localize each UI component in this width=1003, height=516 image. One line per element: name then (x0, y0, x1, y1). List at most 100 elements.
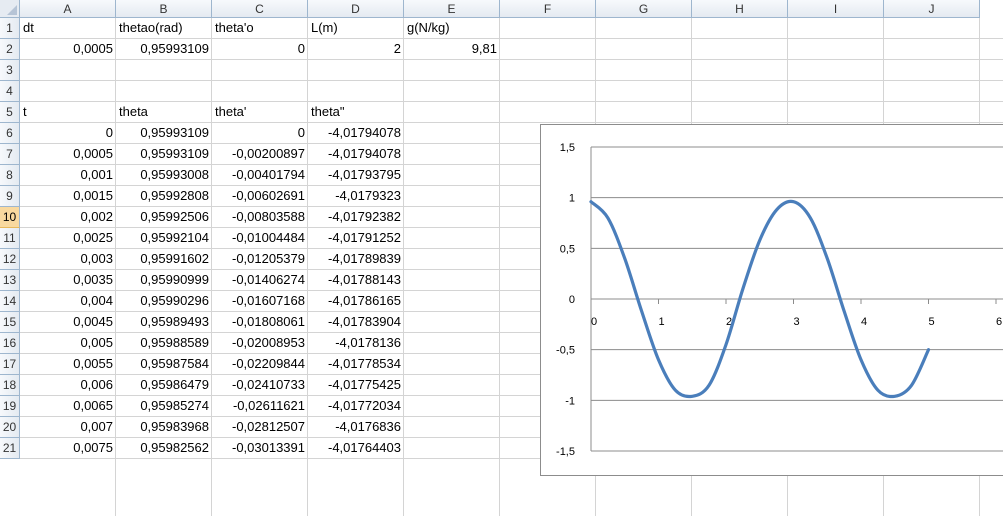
table-value-cell[interactable]: 0,0075 (20, 438, 116, 458)
table-header-cell[interactable]: theta' (212, 102, 308, 122)
row-header-19[interactable]: 19 (0, 396, 20, 417)
param-value-cell[interactable]: 0,95993109 (116, 39, 212, 59)
table-value-cell[interactable]: 0,95990296 (116, 291, 212, 311)
row-header-21[interactable]: 21 (0, 438, 20, 459)
table-value-cell[interactable]: -4,01792382 (308, 207, 404, 227)
table-value-cell[interactable]: -0,02812507 (212, 417, 308, 437)
table-value-cell[interactable]: -0,00401794 (212, 165, 308, 185)
row-header-9[interactable]: 9 (0, 186, 20, 207)
table-value-cell[interactable]: -4,01775425 (308, 375, 404, 395)
table-value-cell[interactable]: -0,02611621 (212, 396, 308, 416)
table-value-cell[interactable]: 0,002 (20, 207, 116, 227)
table-value-cell[interactable]: 0,0005 (20, 144, 116, 164)
column-header-J[interactable]: J (884, 0, 980, 18)
table-value-cell[interactable]: -4,01791252 (308, 228, 404, 248)
row-header-14[interactable]: 14 (0, 291, 20, 312)
column-header-A[interactable]: A (20, 0, 116, 18)
table-value-cell[interactable]: 0,95993109 (116, 144, 212, 164)
table-value-cell[interactable]: -4,0176836 (308, 417, 404, 437)
column-header-C[interactable]: C (212, 0, 308, 18)
table-value-cell[interactable]: 0,95982562 (116, 438, 212, 458)
table-value-cell[interactable]: 0,004 (20, 291, 116, 311)
table-value-cell[interactable]: -0,02410733 (212, 375, 308, 395)
table-value-cell[interactable]: -0,00803588 (212, 207, 308, 227)
table-header-cell[interactable]: theta" (308, 102, 404, 122)
row-header-11[interactable]: 11 (0, 228, 20, 249)
table-value-cell[interactable]: 0,95988589 (116, 333, 212, 353)
param-value-cell[interactable]: 0 (212, 39, 308, 59)
table-value-cell[interactable]: -4,01783904 (308, 312, 404, 332)
row-header-20[interactable]: 20 (0, 417, 20, 438)
row-header-10[interactable]: 10 (0, 207, 20, 228)
row-header-6[interactable]: 6 (0, 123, 20, 144)
table-value-cell[interactable]: 0,001 (20, 165, 116, 185)
table-value-cell[interactable]: 0,003 (20, 249, 116, 269)
table-value-cell[interactable]: -0,00200897 (212, 144, 308, 164)
column-header-I[interactable]: I (788, 0, 884, 18)
row-header-13[interactable]: 13 (0, 270, 20, 291)
table-value-cell[interactable]: 0,0055 (20, 354, 116, 374)
table-value-cell[interactable]: 0,95986479 (116, 375, 212, 395)
table-value-cell[interactable]: -4,0179323 (308, 186, 404, 206)
table-value-cell[interactable]: 0,95987584 (116, 354, 212, 374)
table-value-cell[interactable]: -4,01764403 (308, 438, 404, 458)
table-value-cell[interactable]: -4,01786165 (308, 291, 404, 311)
row-header-2[interactable]: 2 (0, 39, 20, 60)
table-value-cell[interactable]: -4,01794078 (308, 123, 404, 143)
table-value-cell[interactable]: -0,01808061 (212, 312, 308, 332)
table-value-cell[interactable]: 0,95993008 (116, 165, 212, 185)
table-value-cell[interactable]: 0,007 (20, 417, 116, 437)
param-value-cell[interactable]: 9,81 (404, 39, 500, 59)
param-value-cell[interactable]: 2 (308, 39, 404, 59)
row-header-18[interactable]: 18 (0, 375, 20, 396)
table-value-cell[interactable]: 0,95985274 (116, 396, 212, 416)
table-value-cell[interactable]: 0,006 (20, 375, 116, 395)
table-value-cell[interactable]: 0,005 (20, 333, 116, 353)
row-header-4[interactable]: 4 (0, 81, 20, 102)
table-value-cell[interactable]: 0,95990999 (116, 270, 212, 290)
table-value-cell[interactable]: -0,01004484 (212, 228, 308, 248)
row-header-5[interactable]: 5 (0, 102, 20, 123)
column-header-D[interactable]: D (308, 0, 404, 18)
row-header-12[interactable]: 12 (0, 249, 20, 270)
line-chart[interactable]: 1,5 1 0,5 0 -0,5 -1 -1,5 0 1 2 3 4 5 6 (540, 124, 1003, 476)
table-value-cell[interactable]: 0,0065 (20, 396, 116, 416)
table-value-cell[interactable]: -0,01205379 (212, 249, 308, 269)
row-header-3[interactable]: 3 (0, 60, 20, 81)
row-header-17[interactable]: 17 (0, 354, 20, 375)
table-value-cell[interactable]: -4,01772034 (308, 396, 404, 416)
param-header-cell[interactable]: theta'o (212, 18, 308, 38)
table-value-cell[interactable]: -0,01406274 (212, 270, 308, 290)
table-value-cell[interactable]: -0,01607168 (212, 291, 308, 311)
row-header-15[interactable]: 15 (0, 312, 20, 333)
column-header-B[interactable]: B (116, 0, 212, 18)
table-value-cell[interactable]: -0,02209844 (212, 354, 308, 374)
table-value-cell[interactable]: -0,02008953 (212, 333, 308, 353)
table-value-cell[interactable]: -4,01793795 (308, 165, 404, 185)
column-header-F[interactable]: F (500, 0, 596, 18)
table-value-cell[interactable]: 0,95983968 (116, 417, 212, 437)
table-value-cell[interactable]: 0,95992506 (116, 207, 212, 227)
row-header-8[interactable]: 8 (0, 165, 20, 186)
table-value-cell[interactable]: -4,0178136 (308, 333, 404, 353)
param-value-cell[interactable]: 0,0005 (20, 39, 116, 59)
table-value-cell[interactable]: 0,0035 (20, 270, 116, 290)
table-value-cell[interactable]: -4,01794078 (308, 144, 404, 164)
column-header-E[interactable]: E (404, 0, 500, 18)
param-header-cell[interactable]: dt (20, 18, 116, 38)
table-value-cell[interactable]: 0,95992104 (116, 228, 212, 248)
row-header-16[interactable]: 16 (0, 333, 20, 354)
param-header-cell[interactable]: L(m) (308, 18, 404, 38)
table-value-cell[interactable]: -0,03013391 (212, 438, 308, 458)
table-value-cell[interactable]: 0 (20, 123, 116, 143)
param-header-cell[interactable]: thetao(rad) (116, 18, 212, 38)
table-value-cell[interactable]: 0,0045 (20, 312, 116, 332)
table-value-cell[interactable]: 0,95991602 (116, 249, 212, 269)
column-header-G[interactable]: G (596, 0, 692, 18)
table-value-cell[interactable]: -0,00602691 (212, 186, 308, 206)
table-value-cell[interactable]: -4,01778534 (308, 354, 404, 374)
row-header-7[interactable]: 7 (0, 144, 20, 165)
table-value-cell[interactable]: -4,01788143 (308, 270, 404, 290)
table-value-cell[interactable]: 0,0015 (20, 186, 116, 206)
param-header-cell[interactable]: g(N/kg) (404, 18, 500, 38)
